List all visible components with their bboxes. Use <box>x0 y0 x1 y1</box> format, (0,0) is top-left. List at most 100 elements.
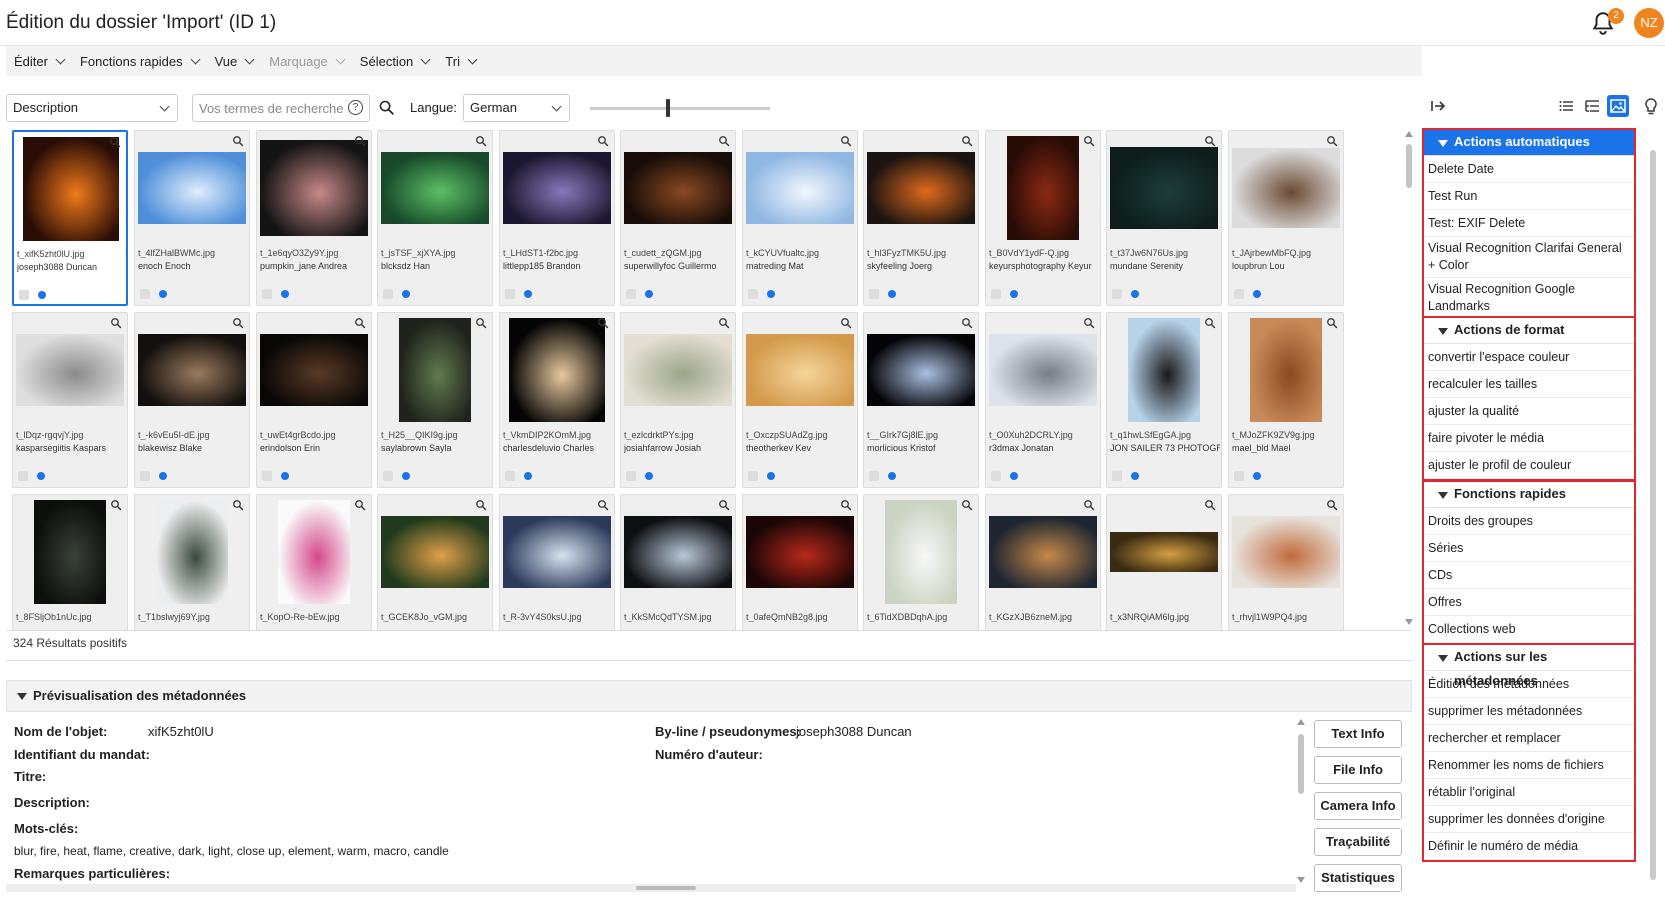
menu-vue[interactable]: Vue <box>207 46 262 76</box>
thumbnail-image[interactable] <box>156 500 228 604</box>
action-item[interactable]: rétablir l'original <box>1424 779 1634 806</box>
thumbnail-card[interactable]: t_KGzXJB6zneM.jpg <box>985 494 1101 630</box>
scroll-up-icon[interactable] <box>1404 130 1414 138</box>
action-item[interactable]: Test: EXIF Delete <box>1424 210 1634 237</box>
thumbnail-card[interactable]: t_kCYUVfualtc.jpg matreding Mat <box>742 130 858 306</box>
thumbnail-image[interactable] <box>16 334 124 406</box>
thumbnail-card[interactable]: t_rhvjl1W9PQ4.jpg <box>1228 494 1344 630</box>
thumbnail-image-frame[interactable] <box>989 134 1097 242</box>
thumbnail-image-frame[interactable] <box>16 316 124 424</box>
thumbnail-image[interactable] <box>624 152 732 224</box>
thumbnail-image[interactable] <box>989 334 1097 406</box>
metadata-horizontal-scrollbar[interactable] <box>6 884 1296 892</box>
actions-section-header[interactable]: Actions de format <box>1424 318 1634 344</box>
zoom-icon[interactable] <box>1083 499 1095 511</box>
thumbnail-image-frame[interactable] <box>746 134 854 242</box>
zoom-icon[interactable] <box>840 135 852 147</box>
thumbnail-image-frame[interactable] <box>260 316 368 424</box>
thumbnail-checkbox[interactable] <box>505 471 515 481</box>
action-item[interactable]: ajuster la qualité <box>1424 398 1634 425</box>
thumbnail-checkbox[interactable] <box>18 471 28 481</box>
zoom-icon[interactable] <box>597 317 609 329</box>
thumbnail-card[interactable]: t_-k6vEu5I-dE.jpg blakewisz Blake <box>134 312 250 488</box>
action-item[interactable]: Définir le numéro de média <box>1424 833 1634 860</box>
thumbnail-checkbox[interactable] <box>869 471 879 481</box>
thumbnail-image[interactable] <box>23 137 119 241</box>
thumbnail-image-frame[interactable] <box>989 498 1097 606</box>
thumbnail-image[interactable] <box>278 500 350 604</box>
thumbnail-card[interactable]: t_1e6qyO3Zy9Y.jpg pumpkin_jane Andrea <box>256 130 372 306</box>
thumbnail-image-frame[interactable] <box>138 134 246 242</box>
thumbnail-image-frame[interactable] <box>867 316 975 424</box>
thumbnail-checkbox[interactable] <box>991 289 1001 299</box>
camera-info-button[interactable]: Camera Info <box>1314 792 1402 820</box>
thumbnail-checkbox[interactable] <box>505 289 515 299</box>
thumbnail-checkbox[interactable] <box>383 471 393 481</box>
zoom-icon[interactable] <box>354 135 366 147</box>
thumbnail-card[interactable]: t_GCEK8Jo_vGM.jpg <box>377 494 493 630</box>
tracabilite-button[interactable]: Traçabilité <box>1314 828 1402 856</box>
thumbnail-checkbox[interactable] <box>140 289 150 299</box>
thumbnail-card[interactable]: t_MJoZFK9ZV9g.jpg mael_bld Mael <box>1228 312 1344 488</box>
thumbnail-checkbox[interactable] <box>1234 471 1244 481</box>
lightbulb-icon[interactable] <box>1644 98 1658 116</box>
thumbnail-card[interactable]: t_OxczpSUAdZg.jpg theotherkev Kev <box>742 312 858 488</box>
thumbnail-image[interactable] <box>746 152 854 224</box>
thumbnail-checkbox[interactable] <box>869 289 879 299</box>
zoom-icon[interactable] <box>232 135 244 147</box>
zoom-icon[interactable] <box>961 135 973 147</box>
scroll-down-icon[interactable] <box>1296 876 1306 884</box>
thumbnail-image-frame[interactable] <box>1232 498 1340 606</box>
menu-marquage[interactable]: Marquage <box>261 46 352 76</box>
menu-editer[interactable]: Éditer <box>6 46 72 76</box>
thumbnail-image-frame[interactable] <box>624 134 732 242</box>
thumbnail-checkbox[interactable] <box>1234 289 1244 299</box>
zoom-icon[interactable] <box>597 499 609 511</box>
thumbnail-checkbox[interactable] <box>626 471 636 481</box>
help-icon[interactable]: ? <box>348 100 363 115</box>
thumbnail-image[interactable] <box>381 152 489 224</box>
action-item[interactable]: recalculer les tailles <box>1424 371 1634 398</box>
thumbnail-checkbox[interactable] <box>991 471 1001 481</box>
action-item[interactable]: Visual Recognition Google Landmarks <box>1424 278 1634 319</box>
action-item[interactable]: Delete Date <box>1424 156 1634 183</box>
thumbnail-card[interactable]: t_t37Jw6N76Us.jpg mundane Serenity <box>1106 130 1222 306</box>
action-item[interactable]: Droits des groupes <box>1424 508 1634 535</box>
action-item[interactable]: Renommer les noms de fichiers <box>1424 752 1634 779</box>
thumbnail-checkbox[interactable] <box>262 289 272 299</box>
zoom-icon[interactable] <box>232 499 244 511</box>
thumbnail-image[interactable] <box>138 152 246 224</box>
action-item[interactable]: ajuster le profil de couleur <box>1424 452 1634 479</box>
thumbnail-card[interactable]: t_H25__QIKI9g.jpg saylabrown Sayla <box>377 312 493 488</box>
metadata-horizontal-scrollbar-thumb[interactable] <box>636 886 696 890</box>
actions-panel-scrollbar-thumb[interactable] <box>1650 150 1656 880</box>
zoom-icon[interactable] <box>232 317 244 329</box>
zoom-icon[interactable] <box>718 135 730 147</box>
scroll-down-icon[interactable] <box>1404 618 1414 626</box>
zoom-icon[interactable] <box>1083 135 1095 147</box>
action-item[interactable]: supprimer les métadonnées <box>1424 698 1634 725</box>
zoom-icon[interactable] <box>1204 317 1216 329</box>
thumbnail-image-frame[interactable] <box>260 498 368 606</box>
language-select[interactable]: German <box>463 94 570 122</box>
thumbnail-image[interactable] <box>1110 147 1218 229</box>
thumbnail-image-frame[interactable] <box>1110 316 1218 424</box>
search-field-select[interactable]: Description <box>6 94 178 122</box>
file-info-button[interactable]: File Info <box>1314 756 1402 784</box>
thumbnail-checkbox[interactable] <box>748 289 758 299</box>
metadata-scrollbar-thumb[interactable] <box>1298 734 1304 794</box>
zoom-icon[interactable] <box>1204 135 1216 147</box>
thumbnail-image-frame[interactable] <box>381 316 489 424</box>
thumbnail-image[interactable] <box>138 334 246 406</box>
thumbnail-image-frame[interactable] <box>1232 134 1340 242</box>
action-item[interactable]: Offres <box>1424 589 1634 616</box>
thumbnail-image-frame[interactable] <box>503 134 611 242</box>
zoom-icon[interactable] <box>475 135 487 147</box>
thumbnail-card[interactable]: t_8FSljOb1nUc.jpg <box>12 494 128 630</box>
thumbnail-image-frame[interactable] <box>503 498 611 606</box>
thumbnail-image-frame[interactable] <box>16 498 124 606</box>
zoom-icon[interactable] <box>109 136 121 148</box>
zoom-icon[interactable] <box>1204 499 1216 511</box>
action-item[interactable]: Test Run <box>1424 183 1634 210</box>
grid-scrollbar[interactable] <box>1404 130 1414 626</box>
